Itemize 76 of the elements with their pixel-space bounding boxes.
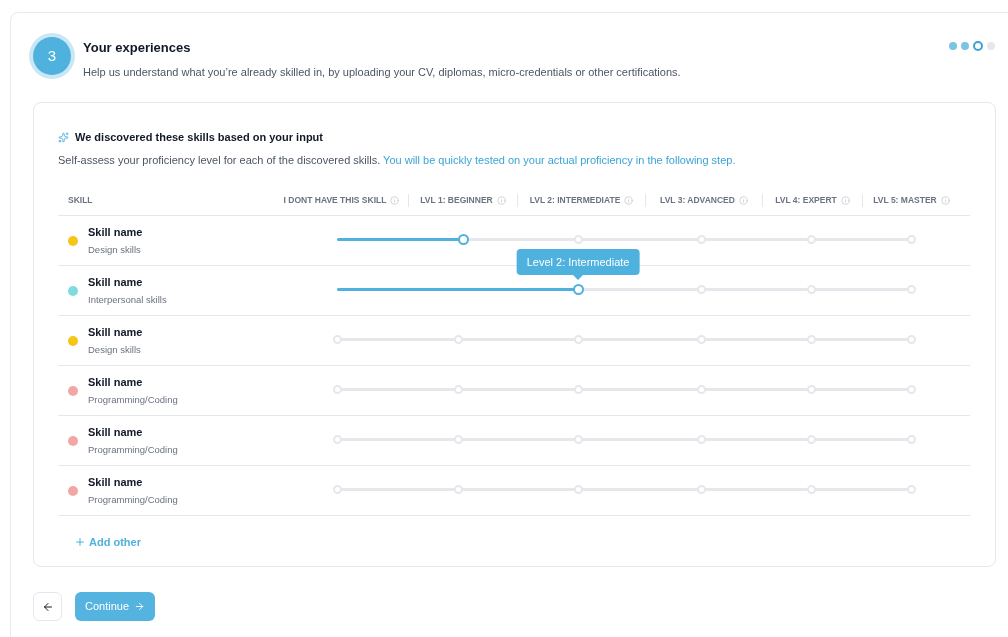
slider-stop[interactable] [697, 485, 706, 494]
slider-stop[interactable] [697, 435, 706, 444]
panel-description: Self-assess your proficiency level for each of the discovered skills. You will be quickly tested on your actual proficiency in the following step. [58, 152, 737, 168]
slider-stop[interactable] [906, 235, 916, 244]
info-icon [940, 196, 950, 205]
plus-icon [74, 536, 86, 549]
slider-stop[interactable] [697, 285, 706, 294]
skill-name: Skill name [88, 375, 144, 391]
column-header: LVL 5: MASTER [873, 194, 937, 207]
slider-track[interactable] [331, 334, 917, 345]
slider-stop[interactable] [697, 235, 706, 244]
slider-track[interactable] [331, 384, 917, 395]
slider-stop[interactable] [454, 485, 464, 494]
slider-stop[interactable] [806, 235, 816, 244]
panel-title: We discovered these skills based on your input [75, 130, 323, 145]
slider-track[interactable] [331, 484, 917, 495]
slider-stop[interactable] [332, 385, 342, 394]
slider-stop[interactable] [806, 285, 816, 294]
add-other-button[interactable]: Add other [74, 534, 141, 551]
column-header: LVL 3: ADVANCED [660, 194, 735, 207]
slider-stop[interactable] [806, 485, 816, 494]
skill-category: Design skills [88, 342, 142, 357]
skill-category: Interpersonal skills [88, 292, 167, 307]
info-icon [624, 196, 634, 205]
info-icon [738, 196, 748, 205]
slider-stop[interactable] [806, 435, 816, 444]
column-header: I DONT HAVE THIS SKILL [283, 194, 387, 207]
skill-category: Programming/Coding [88, 442, 178, 457]
back-button[interactable] [33, 592, 62, 621]
slider-stop[interactable] [332, 485, 342, 494]
slider-stop[interactable] [697, 335, 706, 344]
slider-stop[interactable] [906, 385, 916, 394]
slider-stop[interactable] [574, 385, 584, 394]
slider-stop[interactable] [574, 335, 584, 344]
skill-name: Skill name [88, 425, 144, 441]
column-header: SKILL [68, 194, 93, 207]
info-icon [840, 196, 850, 205]
column-header: LVL 2: INTERMEDIATE [529, 194, 621, 207]
step-title: Your experiences [83, 39, 192, 57]
slider-track[interactable] [331, 434, 917, 445]
sparkle-icon [58, 131, 69, 143]
slider-stop[interactable] [697, 385, 706, 394]
skill-category: Design skills [88, 242, 142, 257]
slider-thumb[interactable] [572, 284, 584, 295]
tooltip-pointer [573, 275, 584, 280]
slider-stop[interactable] [454, 435, 464, 444]
arrow-right-icon [134, 601, 146, 612]
slider-stop[interactable] [906, 485, 916, 494]
step-number-badge: 3 [33, 37, 71, 75]
column-header: LVL 4: EXPERT [775, 194, 837, 207]
skill-category: Programming/Coding [88, 392, 178, 407]
skill-name: Skill name [88, 475, 144, 491]
slider-stop[interactable] [906, 435, 916, 444]
slider-stop[interactable] [454, 335, 464, 344]
slider-stop[interactable] [332, 335, 342, 344]
slider-stop[interactable] [574, 235, 584, 244]
skill-category: Programming/Coding [88, 492, 178, 507]
info-icon [390, 196, 400, 205]
step-description: Help us understand what you’re already skilled in, by uploading your CV, diplomas, micro-credentials or other certifications. [83, 64, 682, 80]
skill-name: Skill name [88, 325, 143, 341]
slider-stop[interactable] [906, 335, 916, 344]
level-tooltip: Level 2: Intermediate [516, 249, 640, 275]
skill-name: Skill name [88, 225, 143, 241]
slider-stop[interactable] [574, 435, 584, 444]
info-icon [496, 196, 506, 205]
column-header: LVL 1: BEGINNER [420, 194, 493, 207]
slider-stop[interactable] [906, 285, 916, 294]
slider-stop[interactable] [806, 385, 816, 394]
slider-stop[interactable] [332, 435, 342, 444]
back-arrow-icon [41, 600, 54, 613]
skill-name: Skill name [88, 275, 144, 291]
slider-stop[interactable] [454, 385, 464, 394]
slider-stop[interactable] [574, 485, 584, 494]
continue-button[interactable]: Continue [75, 592, 156, 621]
slider-thumb[interactable] [457, 234, 469, 245]
slider-stop[interactable] [806, 335, 816, 344]
